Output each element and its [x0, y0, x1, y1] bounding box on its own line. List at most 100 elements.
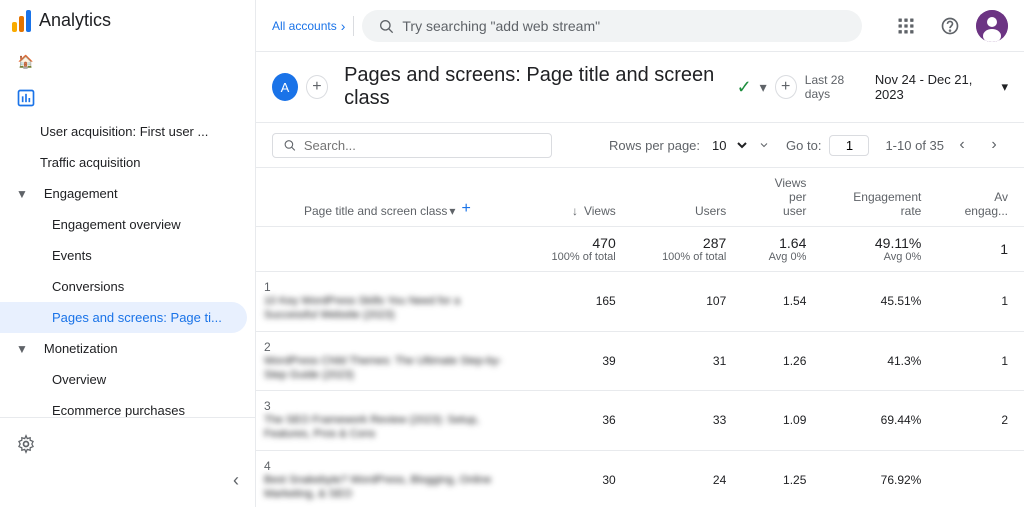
summary-views: 470 100% of total — [521, 227, 632, 272]
page-navigation: 1-10 of 35 ‹ › — [885, 131, 1008, 159]
nav-label-monetization: Monetization — [44, 341, 231, 356]
app-title: Analytics — [39, 10, 111, 31]
cell-dimension: 1 10 Key WordPress Skills You Need for a… — [256, 272, 521, 332]
nav-label-events: Events — [52, 248, 231, 263]
sidebar-item-traffic-acquisition[interactable]: Traffic acquisition — [0, 147, 247, 178]
sidebar-item-engagement[interactable]: ▼ Engagement — [0, 178, 247, 209]
date-range-value: Nov 24 - Dec 21, 2023 — [875, 72, 994, 102]
sidebar-item-monetization-overview[interactable]: Overview — [0, 364, 247, 395]
page-title: Pages and screens: Page title and screen… — [344, 64, 729, 110]
sidebar-item-monetization[interactable]: ▼ Monetization — [0, 333, 247, 364]
cell-views: 165 — [521, 272, 632, 332]
cell-vpu: 1.09 — [742, 391, 822, 451]
home-icon: 🏠 — [16, 52, 36, 72]
search-icon — [378, 18, 394, 34]
col-add-icon[interactable]: + — [461, 200, 470, 218]
next-page-button[interactable]: › — [980, 131, 1008, 159]
dimension-text: WordPress Child Themes: The Ultimate Ste… — [264, 354, 505, 383]
rows-per-page-label: Rows per page: — [609, 138, 700, 153]
nav-label-engagement-overview: Engagement overview — [52, 217, 231, 232]
property-badge: A — [272, 73, 298, 101]
sidebar-item-reports[interactable] — [0, 80, 247, 116]
col-header-views[interactable]: ↓ Views — [521, 168, 632, 227]
reports-icon — [16, 88, 36, 108]
page-title-area: Pages and screens: Page title and screen… — [344, 64, 797, 110]
table-controls: Rows per page: 10 25 50 100 Go to: 1-10 … — [256, 123, 1024, 168]
summary-avg-engage: 1 — [937, 227, 1024, 272]
sidebar-item-pages-screens[interactable]: Pages and screens: Page ti... — [0, 302, 247, 333]
nav-label-conversions: Conversions — [52, 279, 231, 294]
cell-vpu: 1.26 — [742, 331, 822, 391]
nav-label-user-acquisition: User acquisition: First user ... — [40, 124, 231, 139]
goto-label: Go to: — [786, 138, 821, 153]
nav-label-engagement: Engagement — [44, 186, 231, 201]
topbar: All accounts › Try searching "add web st… — [256, 0, 1024, 52]
cell-engagement-rate: 76.92% — [822, 450, 937, 507]
goto-input[interactable] — [829, 135, 869, 156]
row-number: 3 — [264, 399, 279, 413]
cell-engagement-rate: 41.3% — [822, 331, 937, 391]
title-dropdown-icon[interactable]: ▾ — [760, 79, 767, 96]
date-range-selector[interactable]: Last 28 days Nov 24 - Dec 21, 2023 ▾ — [805, 72, 1008, 102]
accounts-button[interactable]: All accounts › — [272, 18, 345, 34]
cell-dimension: 4 Best Snakebyte? WordPress, Blogging, O… — [256, 450, 521, 507]
sidebar-item-conversions[interactable]: Conversions — [0, 271, 247, 302]
sidebar-item-events[interactable]: Events — [0, 240, 247, 271]
col-header-dimension: Page title and screen class ▾ + — [256, 168, 521, 227]
sidebar-item-user-acquisition[interactable]: User acquisition: First user ... — [0, 116, 247, 147]
col-header-vpu: Viewsperuser — [742, 168, 822, 227]
search-bar[interactable]: Try searching "add web stream" — [362, 10, 862, 42]
add-comparison-button[interactable]: + — [306, 75, 328, 99]
logo-bar-3 — [26, 10, 31, 32]
search-placeholder: Try searching "add web stream" — [402, 18, 600, 34]
rows-per-page-select[interactable]: 10 25 50 100 — [708, 137, 750, 154]
date-range-label: Last 28 days — [805, 73, 867, 101]
table-search-input[interactable] — [304, 138, 541, 153]
table-row: 4 Best Snakebyte? WordPress, Blogging, O… — [256, 450, 1024, 507]
cell-views: 36 — [521, 391, 632, 451]
cell-engagement-rate: 45.51% — [822, 272, 937, 332]
cell-avg-engage: 1 — [937, 331, 1024, 391]
sidebar-bottom: ‹ — [0, 417, 255, 507]
plus-icon-2: + — [781, 78, 790, 96]
summary-dimension — [256, 227, 521, 272]
apps-button[interactable] — [888, 8, 924, 44]
table-body: 1 10 Key WordPress Skills You Need for a… — [256, 272, 1024, 507]
sidebar-item-home[interactable]: 🏠 — [0, 44, 247, 80]
sidebar-item-admin[interactable] — [16, 426, 239, 462]
nav-label-pages-screens: Pages and screens: Page ti... — [52, 310, 231, 325]
add-view-button[interactable]: + — [775, 75, 797, 99]
user-avatar[interactable] — [976, 10, 1008, 42]
sidebar-item-ecommerce[interactable]: Ecommerce purchases — [0, 395, 247, 417]
sidebar-item-engagement-overview[interactable]: Engagement overview — [0, 209, 247, 240]
rows-per-page-control: Rows per page: 10 25 50 100 — [609, 137, 770, 154]
table-row: 1 10 Key WordPress Skills You Need for a… — [256, 272, 1024, 332]
chevron-down-icon — [758, 139, 770, 151]
help-button[interactable] — [932, 8, 968, 44]
sort-icon: ↓ — [572, 204, 578, 218]
data-table: Page title and screen class ▾ + ↓ Views — [256, 168, 1024, 507]
logo-bar-1 — [12, 22, 17, 32]
goto-page-control: Go to: — [786, 135, 869, 156]
admin-icon — [16, 434, 36, 454]
cell-dimension: 3 The SEO Framework Review (2023): Setup… — [256, 391, 521, 451]
cell-views: 39 — [521, 331, 632, 391]
sidebar-collapse-btn[interactable]: ‹ — [16, 462, 239, 499]
col-label-views: Views — [584, 204, 616, 218]
cell-users: 33 — [632, 391, 743, 451]
date-dropdown-icon: ▾ — [1001, 79, 1008, 95]
prev-page-button[interactable]: ‹ — [948, 131, 976, 159]
col-label-engagement: Engagementrate — [853, 190, 921, 218]
row-number: 2 — [264, 340, 279, 354]
col-header-users[interactable]: Users — [632, 168, 743, 227]
logo-bar-2 — [19, 16, 24, 32]
col-expand-icon[interactable]: ▾ — [449, 204, 455, 218]
plus-icon: + — [312, 78, 321, 96]
dimension-text: Best Snakebyte? WordPress, Blogging, Onl… — [264, 473, 505, 502]
table-search-box[interactable] — [272, 133, 552, 158]
col-header-engagement: Engagementrate — [822, 168, 937, 227]
logo-icon — [12, 8, 31, 32]
chevron-right-icon: › — [341, 18, 346, 34]
nav-label-ecommerce: Ecommerce purchases — [52, 403, 231, 417]
nav-label-traffic-acquisition: Traffic acquisition — [40, 155, 231, 170]
